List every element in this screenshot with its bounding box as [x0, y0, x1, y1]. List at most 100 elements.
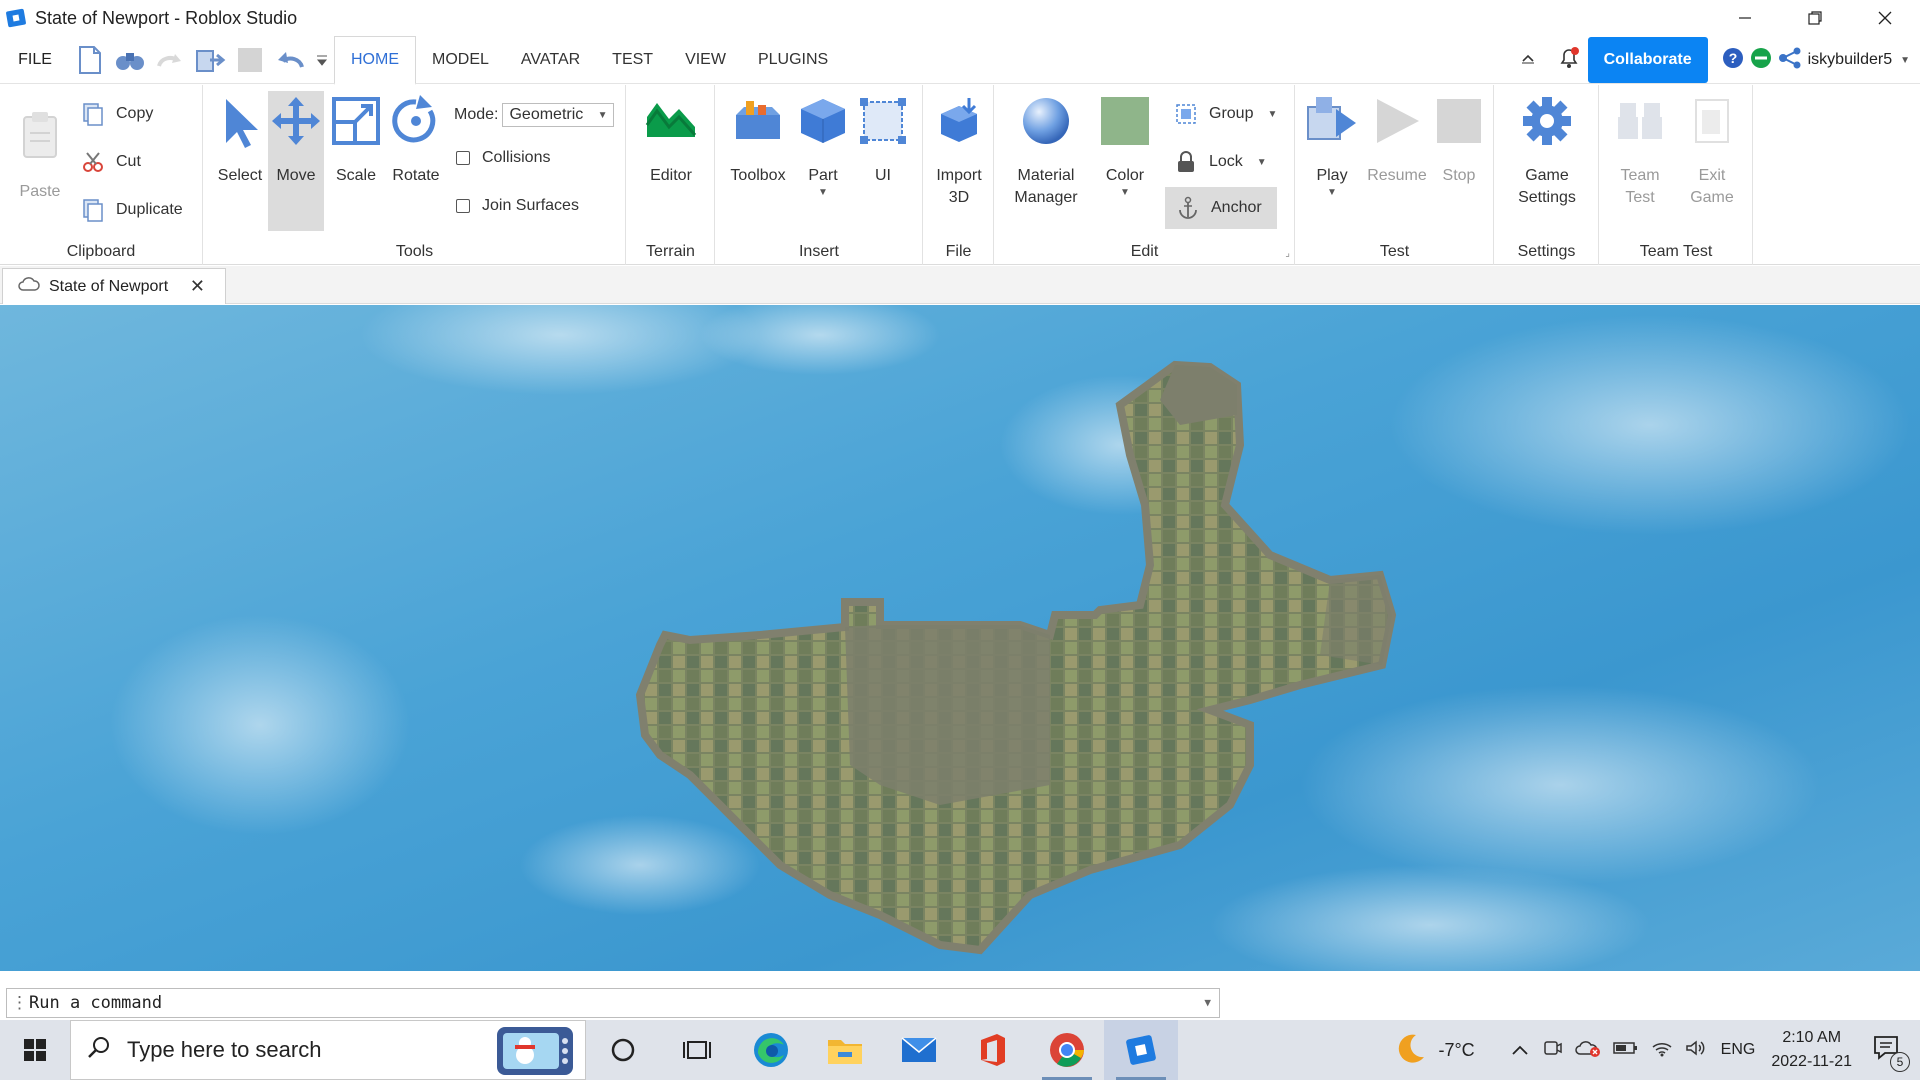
help-icon[interactable]: ?: [1722, 47, 1744, 74]
collaborate-button[interactable]: Collaborate: [1587, 37, 1708, 83]
cut-button[interactable]: Cut: [80, 149, 141, 175]
stop-button[interactable]: Stop: [1434, 91, 1484, 187]
close-tab-icon[interactable]: ✕: [190, 276, 205, 297]
roblox-studio-taskbar-icon[interactable]: [1104, 1020, 1178, 1080]
file-explorer-icon[interactable]: [808, 1020, 882, 1080]
tab-plugins[interactable]: PLUGINS: [742, 36, 844, 84]
scale-button[interactable]: Scale: [328, 91, 384, 187]
publish-icon[interactable]: [190, 40, 230, 80]
file-menu[interactable]: FILE: [0, 51, 70, 69]
cloud: [700, 305, 940, 375]
minimize-button[interactable]: [1710, 0, 1780, 36]
meet-now-icon[interactable]: [1543, 1038, 1563, 1063]
terrain-editor-button[interactable]: Editor: [641, 91, 701, 187]
cortana-icon[interactable]: [586, 1020, 660, 1080]
mode-selector: Mode: Geometric ▼: [454, 103, 615, 127]
stop-label: Stop: [1442, 167, 1476, 184]
import-3d-button[interactable]: Import 3D: [930, 91, 988, 209]
mail-icon[interactable]: [882, 1020, 956, 1080]
binoculars-icon[interactable]: [110, 40, 150, 80]
group-button[interactable]: Group ▼: [1173, 101, 1277, 127]
undo-icon[interactable]: [270, 40, 310, 80]
resume-button[interactable]: Resume: [1362, 91, 1432, 187]
chevron-up-icon[interactable]: [1511, 1040, 1529, 1061]
team-test-button[interactable]: Team Test: [1610, 91, 1670, 209]
office-icon[interactable]: [956, 1020, 1030, 1080]
account-dropdown-icon[interactable]: ▼: [1900, 55, 1910, 66]
group-dropdown-icon[interactable]: ▼: [1267, 109, 1277, 120]
weather-temperature[interactable]: -7°C: [1438, 1040, 1474, 1061]
language-indicator[interactable]: ENG: [1721, 1041, 1756, 1059]
ui-button[interactable]: UI: [856, 91, 910, 187]
edge-browser-icon[interactable]: [734, 1020, 808, 1080]
new-file-icon[interactable]: [70, 40, 110, 80]
status-icon[interactable]: [1750, 47, 1772, 74]
clock-time: 2:10 AM: [1782, 1029, 1842, 1046]
tab-view[interactable]: VIEW: [669, 36, 742, 84]
close-button[interactable]: [1850, 0, 1920, 36]
weather-icon[interactable]: [1394, 1031, 1428, 1070]
paste-label: Paste: [19, 183, 61, 200]
viewport-scene[interactable]: [0, 305, 1920, 971]
customize-quick-access-icon[interactable]: [310, 40, 334, 80]
username-label[interactable]: iskybuilder5: [1808, 51, 1892, 69]
notification-center-icon[interactable]: 5: [1872, 1033, 1910, 1072]
chevron-down-icon[interactable]: ▼: [1204, 989, 1211, 1017]
wifi-icon[interactable]: [1651, 1039, 1673, 1062]
paste-button[interactable]: Paste: [14, 109, 66, 203]
select-button[interactable]: Select: [214, 91, 266, 187]
lock-button[interactable]: Lock ▼: [1173, 149, 1267, 175]
rotate-button[interactable]: Rotate: [386, 91, 446, 187]
3d-viewport[interactable]: [0, 305, 1920, 971]
document-tab[interactable]: State of Newport ✕: [2, 268, 226, 304]
copy-button[interactable]: Copy: [80, 101, 153, 127]
tab-avatar[interactable]: AVATAR: [505, 36, 596, 84]
tab-home[interactable]: HOME: [334, 35, 416, 85]
join-surfaces-check-box[interactable]: [456, 199, 470, 213]
tab-model[interactable]: MODEL: [416, 36, 505, 84]
share-icon[interactable]: [1778, 47, 1802, 74]
join-surfaces-checkbox[interactable]: Join Surfaces: [456, 197, 579, 215]
start-button[interactable]: [0, 1020, 70, 1080]
part-dropdown-icon[interactable]: ▼: [818, 187, 828, 199]
tab-test[interactable]: TEST: [596, 36, 669, 84]
task-view-icon[interactable]: [660, 1020, 734, 1080]
color-dropdown-icon[interactable]: ▼: [1120, 187, 1130, 199]
collisions-checkbox[interactable]: Collisions: [456, 149, 550, 167]
move-button[interactable]: Move: [268, 91, 324, 231]
taskbar-search-box[interactable]: Type here to search: [70, 1020, 586, 1080]
onedrive-error-icon[interactable]: [1574, 1038, 1601, 1063]
color-button[interactable]: Color ▼: [1095, 91, 1155, 199]
stop-square-icon: [1431, 91, 1487, 151]
duplicate-button[interactable]: Duplicate: [80, 197, 183, 223]
play-dropdown-icon[interactable]: ▼: [1327, 187, 1337, 199]
stop-icon[interactable]: [230, 40, 270, 80]
collisions-check-box[interactable]: [456, 151, 470, 165]
color-label: Color: [1105, 167, 1145, 184]
rotate-icon: [388, 91, 444, 151]
terrain-group-label: Terrain: [646, 243, 695, 260]
game-settings-button[interactable]: Game Settings: [1511, 91, 1583, 209]
ribbon: Paste Copy Cut Duplicate Clipboard Selec…: [0, 85, 1920, 265]
volume-icon[interactable]: [1685, 1039, 1707, 1062]
battery-icon[interactable]: [1612, 1040, 1639, 1061]
command-input[interactable]: ⋮ Run a command ▼: [6, 988, 1220, 1018]
notification-bell-icon[interactable]: [1558, 46, 1580, 75]
clock[interactable]: 2:10 AM 2022-11-21: [1771, 1026, 1852, 1074]
play-button[interactable]: Play ▼: [1306, 91, 1358, 199]
redo-icon[interactable]: [150, 40, 190, 80]
cut-label: Cut: [116, 153, 141, 170]
lock-dropdown-icon[interactable]: ▼: [1257, 157, 1267, 168]
toolbox-button[interactable]: Toolbox: [726, 91, 790, 187]
import-3d-icon: [931, 91, 987, 151]
collapse-ribbon-icon[interactable]: [1520, 51, 1536, 70]
lock-icon: [1173, 149, 1199, 175]
exit-game-button[interactable]: Exit Game: [1682, 91, 1742, 209]
material-manager-button[interactable]: Material Manager: [1003, 91, 1089, 209]
anchor-button[interactable]: Anchor: [1165, 187, 1277, 229]
mode-dropdown[interactable]: Geometric ▼: [502, 103, 615, 127]
part-button[interactable]: Part ▼: [796, 91, 850, 199]
chrome-icon[interactable]: [1030, 1020, 1104, 1080]
restore-button[interactable]: [1780, 0, 1850, 36]
eastern-arm: [1320, 575, 1392, 665]
